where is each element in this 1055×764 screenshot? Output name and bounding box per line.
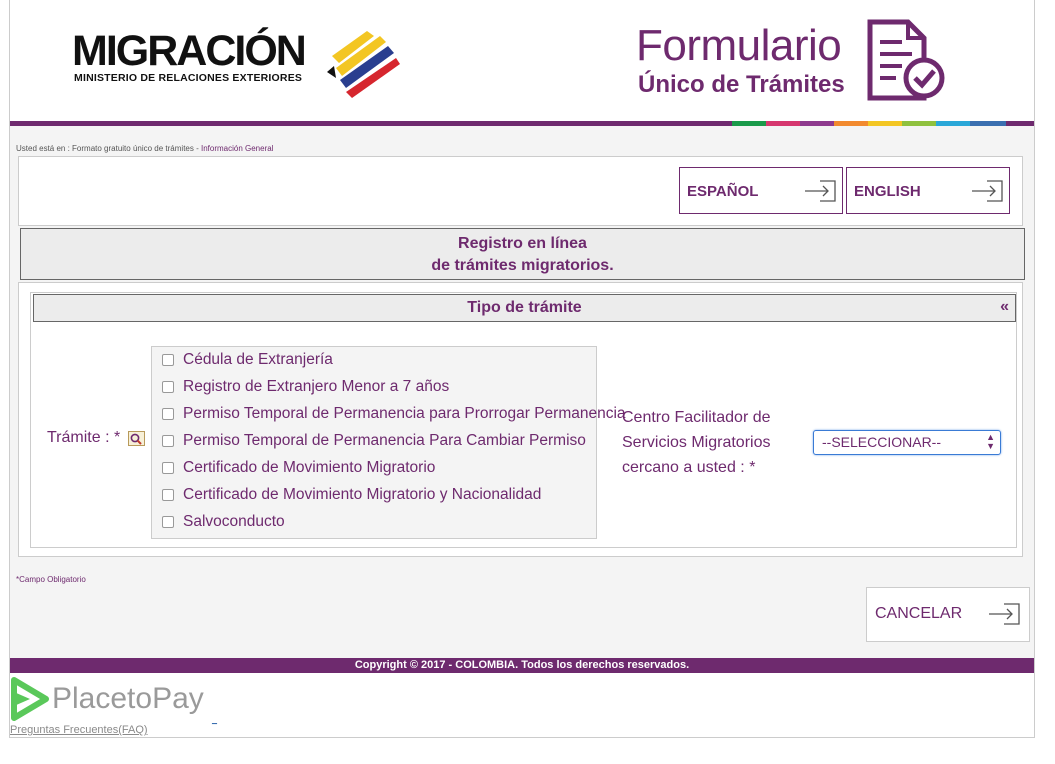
tramite-checklist: Cédula de Extranjería Registro de Extran… [151,346,626,539]
tipo-tramite-title: Tipo de trámite [467,299,582,316]
tramite-option[interactable]: Permiso Temporal de Permanencia Para Cam… [162,430,586,452]
tipo-tramite-box: Tipo de trámite « Trámite : * Cédula de … [30,292,1017,548]
breadcrumb-prefix: Usted está en : Formato gratuito único d… [16,144,201,153]
tramite-checkbox[interactable] [162,516,174,528]
tramite-option[interactable]: Salvoconducto [162,511,285,533]
spanish-label: ESPAÑOL [687,183,759,200]
tramite-option[interactable]: Certificado de Movimiento Migratorio [162,457,435,479]
tramite-checkbox[interactable] [162,489,174,501]
tipo-tramite-header: Tipo de trámite « [33,294,1016,322]
tramite-checkbox[interactable] [162,408,174,420]
search-icon[interactable] [128,431,145,446]
brand-title: MIGRACIÓN [72,27,307,75]
tramite-label: Trámite : * [47,429,121,446]
tramite-option-label: Cédula de Extranjería [183,351,333,368]
registro-title-line2: de trámites migratorios. [431,257,614,274]
tramite-checkbox[interactable] [162,381,174,393]
tramite-option-label: Certificado de Movimiento Migratorio y N… [183,486,542,503]
registro-title: Registro en línea de trámites migratorio… [21,233,1024,277]
tramite-option-label: Registro de Extranjero Menor a 7 años [183,378,450,395]
enter-arrow-icon [805,180,836,202]
small-link[interactable]: ​_ [212,714,217,724]
faq-link[interactable]: Preguntas Frecuentes(FAQ) [10,724,148,736]
centro-label-line3: cercano a usted : * [622,459,756,476]
tramite-checkbox[interactable] [162,462,174,474]
tramite-option-label: Permiso Temporal de Permanencia Para Cam… [183,432,586,449]
centro-facilitador-label: Centro Facilitador de Servicios Migrator… [622,405,802,480]
tramite-option[interactable]: Cédula de Extranjería [162,349,333,371]
tramite-option[interactable]: Certificado de Movimiento Migratorio y N… [162,484,541,506]
spanish-button[interactable]: ESPAÑOL [679,167,843,214]
migracion-logo: MIGRACIÓN MINISTERIO DE RELACIONES EXTER… [72,26,402,100]
form-title-line2: Único de Trámites [638,71,845,98]
form-title-line1: Formulario [636,21,842,70]
placetopay-arrow-icon [11,677,49,721]
registro-panel: Registro en línea de trámites migratorio… [20,228,1025,280]
english-button[interactable]: ENGLISH [846,167,1010,214]
breadcrumb-current[interactable]: Información General [201,144,273,153]
language-panel: ESPAÑOL ENGLISH [18,156,1023,226]
tramite-option[interactable]: Permiso Temporal de Permanencia para Pro… [162,403,626,425]
page-container: MIGRACIÓN MINISTERIO DE RELACIONES EXTER… [9,0,1035,738]
footer-bar: Copyright © 2017 - COLOMBIA. Todos los d… [10,658,1034,673]
placetopay-logo: PlacetoPay [10,676,220,722]
tipo-tramite-section: Tipo de trámite « Trámite : * Cédula de … [18,282,1023,557]
placetopay-text: PlacetoPay [52,682,204,715]
site-header: MIGRACIÓN MINISTERIO DE RELACIONES EXTER… [10,0,1034,124]
tramite-checkbox[interactable] [162,354,174,366]
centro-label-line2: Servicios Migratorios [622,434,771,451]
registro-title-line1: Registro en línea [458,235,587,252]
tramite-option-label: Permiso Temporal de Permanencia para Pro… [183,405,626,422]
select-arrows-icon: ▲ ▼ [986,432,995,451]
english-label: ENGLISH [854,183,921,200]
copyright-text: Copyright © 2017 - COLOMBIA. Todos los d… [354,659,690,671]
tramite-option[interactable]: Registro de Extranjero Menor a 7 años [162,376,449,398]
breadcrumb: Usted está en : Formato gratuito único d… [16,144,273,153]
formulario-logo: Formulario Único de Trámites [636,18,946,102]
brand-subtitle: MINISTERIO DE RELACIONES EXTERIORES [74,72,303,84]
cancel-label: CANCELAR [875,605,963,622]
enter-arrow-icon [989,603,1020,625]
centro-select-value: --SELECCIONAR-- [822,434,942,450]
enter-arrow-icon [972,180,1003,202]
tramite-option-label: Certificado de Movimiento Migratorio [183,459,436,476]
required-note: *Campo Obligatorio [16,575,86,584]
centro-select[interactable]: --SELECCIONAR-- ▲ ▼ [813,430,1001,455]
centro-label-line1: Centro Facilitador de [622,409,771,426]
flag-stripes-icon [327,31,400,98]
tramite-option-label: Salvoconducto [183,513,285,530]
cancel-button[interactable]: CANCELAR [866,587,1030,642]
collapse-icon[interactable]: « [1000,298,1009,316]
tramite-checkbox[interactable] [162,435,174,447]
form-check-icon [867,19,945,101]
